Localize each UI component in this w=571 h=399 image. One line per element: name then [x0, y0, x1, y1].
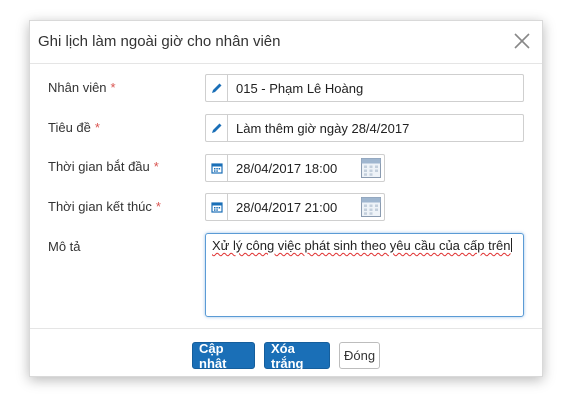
text-caret — [510, 238, 512, 252]
end-time-field[interactable]: 28/04/2017 21:00 — [205, 193, 385, 221]
end-time-label: Thời gian kết thúc * — [48, 199, 161, 214]
start-time-field[interactable]: 28/04/2017 18:00 — [205, 154, 385, 182]
required-marker: * — [155, 199, 161, 214]
dialog-footer: Cập nhật Xóa trắng Đóng — [30, 328, 542, 378]
pencil-icon — [206, 115, 228, 141]
update-button[interactable]: Cập nhật — [192, 341, 255, 371]
subject-value: Làm thêm giờ ngày 28/4/2017 — [236, 121, 410, 136]
close-icon[interactable] — [512, 31, 532, 51]
required-marker: * — [110, 80, 116, 95]
required-marker: * — [153, 159, 159, 174]
calendar-icon — [206, 194, 228, 220]
end-time-label-text: Thời gian kết thúc — [48, 199, 152, 214]
subject-label: Tiêu đề * — [48, 120, 100, 135]
calendar-picker-icon[interactable] — [361, 197, 381, 217]
end-time-value: 28/04/2017 21:00 — [236, 200, 338, 215]
description-textarea[interactable]: Xử lý công việc phát sinh theo yêu cầu c… — [205, 233, 524, 317]
required-marker: * — [94, 120, 100, 135]
start-time-label-text: Thời gian bắt đầu — [48, 159, 150, 174]
start-time-label: Thời gian bắt đầu * — [48, 159, 159, 174]
description-label: Mô tả — [48, 239, 81, 254]
employee-field[interactable]: 015 - Phạm Lê Hoàng — [205, 74, 524, 102]
dialog-header: Ghi lịch làm ngoài giờ cho nhân viên — [30, 21, 542, 64]
calendar-picker-icon[interactable] — [361, 158, 381, 178]
close-button[interactable]: Đóng — [339, 342, 380, 369]
overtime-dialog: Ghi lịch làm ngoài giờ cho nhân viên Nhâ… — [29, 20, 543, 377]
subject-field[interactable]: Làm thêm giờ ngày 28/4/2017 — [205, 114, 524, 142]
employee-value: 015 - Phạm Lê Hoàng — [236, 81, 364, 96]
subject-label-text: Tiêu đề — [48, 120, 91, 135]
employee-label-text: Nhân viên — [48, 80, 107, 95]
clear-button[interactable]: Xóa trắng — [264, 341, 330, 371]
employee-label: Nhân viên * — [48, 80, 116, 95]
description-value: Xử lý công việc phát sinh theo yêu cầu c… — [212, 238, 511, 253]
start-time-value: 28/04/2017 18:00 — [236, 161, 338, 176]
calendar-icon — [206, 155, 228, 181]
pencil-icon — [206, 75, 228, 101]
dialog-title: Ghi lịch làm ngoài giờ cho nhân viên — [38, 33, 281, 50]
